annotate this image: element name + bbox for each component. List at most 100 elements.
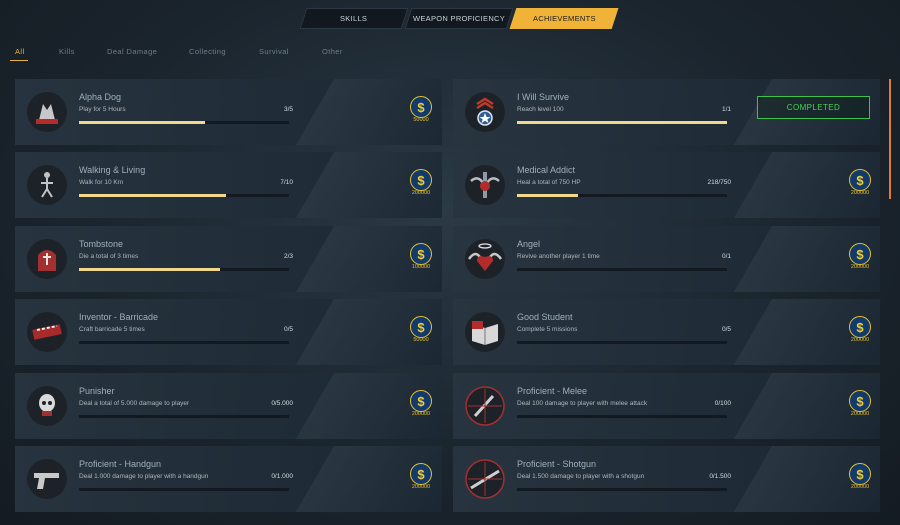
achievement-card[interactable]: Good Student Complete 5 missions 0/5 $ 2… — [453, 299, 880, 365]
progress-track — [79, 268, 289, 271]
achievement-progress-count: 7/10 — [280, 179, 293, 186]
achievement-card[interactable]: Inventor - Barricade Craft barricade 5 t… — [15, 299, 442, 365]
achievement-card[interactable]: Proficient - Melee Deal 100 damage to pl… — [453, 373, 880, 439]
achievement-progress-count: 0/5 — [721, 326, 731, 333]
achievement-title: Walking & Living — [79, 165, 146, 175]
reward-amount: 200000 — [411, 190, 431, 196]
open-book-icon — [463, 310, 507, 354]
reward-coin: $ 200000 — [849, 169, 871, 197]
reward-coin: $ 200000 — [410, 463, 432, 491]
progress-fill — [79, 194, 226, 197]
dollar-coin-icon: $ — [849, 463, 871, 485]
achievement-description: Play for 5 Hours — [79, 106, 126, 113]
filter-survival[interactable]: Survival — [259, 47, 289, 56]
progress-fill — [79, 121, 205, 124]
achievement-card[interactable]: Tombstone Die a total of 3 times 2/3 $ 1… — [15, 226, 442, 292]
progress-track — [79, 488, 289, 491]
tombstone-icon — [25, 237, 69, 281]
achievement-title: Proficient - Handgun — [79, 459, 162, 469]
reward-amount: 200000 — [850, 337, 870, 343]
achievement-progress-count: 0/1 — [721, 253, 731, 260]
military-rank-badge-icon — [463, 90, 507, 134]
progress-track — [79, 121, 289, 124]
achievement-card[interactable]: Angel Revive another player 1 time 0/1 $… — [453, 226, 880, 292]
dollar-coin-icon: $ — [849, 316, 871, 338]
achievement-card[interactable]: Proficient - Handgun Deal 1.000 damage t… — [15, 446, 442, 512]
tab-label: WEAPON PROFICIENCY — [412, 14, 506, 23]
dollar-coin-icon: $ — [410, 243, 432, 265]
reward-amount: 100000 — [411, 264, 431, 270]
achievement-description: Reach level 100 — [517, 106, 564, 113]
reward-coin: $ 50000 — [410, 316, 432, 344]
achievement-title: Alpha Dog — [79, 92, 122, 102]
achievement-card[interactable]: Medical Addict Heal a total of 750 HP 21… — [453, 152, 880, 218]
main-tabs: SKILLS WEAPON PROFICIENCY ACHIEVEMENTS — [299, 8, 619, 29]
winged-medic-emblem-icon — [463, 163, 507, 207]
achievement-progress-count: 0/1.000 — [271, 473, 293, 480]
progress-fill — [517, 121, 727, 124]
reward-amount: 50000 — [413, 337, 429, 343]
achievement-description: Walk for 10 Km — [79, 179, 124, 186]
reward-amount: 200000 — [411, 411, 431, 417]
achievement-progress-count: 0/100 — [714, 400, 731, 407]
reward-coin: $ 200000 — [849, 390, 871, 418]
achievement-card[interactable]: Walking & Living Walk for 10 Km 7/10 $ 2… — [15, 152, 442, 218]
progress-track — [517, 121, 727, 124]
achievement-description: Complete 5 missions — [517, 326, 578, 333]
achievement-description: Craft barricade 5 times — [79, 326, 145, 333]
tab-label: SKILLS — [340, 14, 368, 23]
dollar-coin-icon: $ — [849, 390, 871, 412]
achievement-card[interactable]: Proficient - Shotgun Deal 1.500 damage t… — [453, 446, 880, 512]
shotgun-crosshair-icon — [463, 457, 507, 501]
reward-amount: 200000 — [850, 190, 870, 196]
reward-coin: $ 200000 — [410, 390, 432, 418]
active-filter-underline — [10, 60, 28, 61]
tab-skills[interactable]: SKILLS — [299, 8, 409, 29]
filter-all[interactable]: All — [15, 47, 25, 56]
progress-fill — [517, 194, 578, 197]
dollar-coin-icon: $ — [410, 463, 432, 485]
scrollbar[interactable] — [889, 79, 891, 199]
achievement-title: Medical Addict — [517, 165, 576, 175]
achievement-title: I Will Survive — [517, 92, 570, 102]
reward-amount: 200000 — [850, 411, 870, 417]
tab-weapon-proficiency[interactable]: WEAPON PROFICIENCY — [404, 8, 514, 29]
progress-track — [79, 194, 289, 197]
walking-figure-icon — [25, 163, 69, 207]
reward-coin: $ 100000 — [410, 243, 432, 271]
progress-track — [517, 268, 727, 271]
achievement-description: Deal 100 damage to player with melee att… — [517, 400, 648, 407]
reward-amount: 200000 — [850, 484, 870, 490]
filter-other[interactable]: Other — [322, 47, 343, 56]
achievement-description: Die a total of 3 times — [79, 253, 139, 260]
achievement-progress-count: 0/5.000 — [271, 400, 293, 407]
achievement-card[interactable]: I Will Survive Reach level 100 1/1 COMPL… — [453, 79, 880, 145]
progress-track — [517, 488, 727, 491]
dollar-coin-icon: $ — [410, 316, 432, 338]
achievement-description: Deal 1.000 damage to player with a handg… — [79, 473, 209, 480]
winged-heart-icon — [463, 237, 507, 281]
category-filters: All Kills Deal Damage Collecting Surviva… — [0, 47, 900, 65]
tab-achievements[interactable]: ACHIEVEMENTS — [509, 8, 619, 29]
achievement-description: Deal 1.500 damage to player with a shotg… — [517, 473, 645, 480]
filter-deal-damage[interactable]: Deal Damage — [107, 47, 157, 56]
progress-track — [517, 194, 727, 197]
progress-track — [79, 415, 289, 418]
reward-amount: 200000 — [850, 264, 870, 270]
reward-amount: 50000 — [413, 117, 429, 123]
achievement-card[interactable]: Alpha Dog Play for 5 Hours 3/5 $ 50000 — [15, 79, 442, 145]
reward-coin: $ 200000 — [849, 463, 871, 491]
filter-collecting[interactable]: Collecting — [189, 47, 226, 56]
reward-coin: $ 200000 — [849, 243, 871, 271]
dollar-coin-icon: $ — [410, 390, 432, 412]
achievement-title: Proficient - Melee — [517, 386, 588, 396]
reward-coin: $ 200000 — [410, 169, 432, 197]
achievement-title: Good Student — [517, 312, 573, 322]
progress-fill — [79, 268, 220, 271]
achievement-card[interactable]: Punisher Deal a total of 5.000 damage to… — [15, 373, 442, 439]
dollar-coin-icon: $ — [410, 169, 432, 191]
achievement-description: Revive another player 1 time — [517, 253, 600, 260]
filter-kills[interactable]: Kills — [59, 47, 75, 56]
skull-emblem-icon — [25, 384, 69, 428]
reward-amount: 200000 — [411, 484, 431, 490]
